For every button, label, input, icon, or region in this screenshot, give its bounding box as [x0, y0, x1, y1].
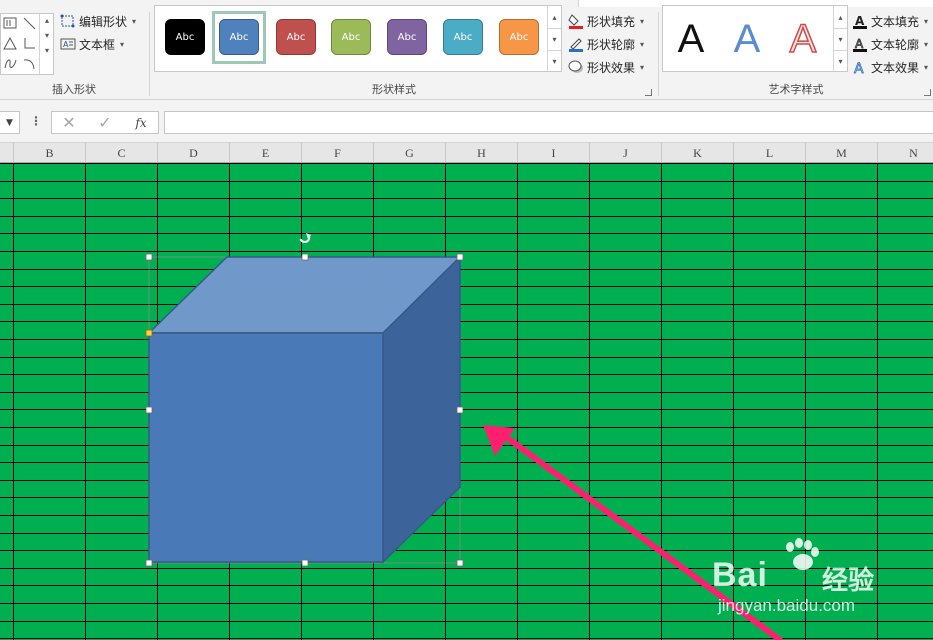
- column-header[interactable]: K: [662, 143, 734, 163]
- shape-outline-button[interactable]: 形状轮廓 ▾: [568, 34, 644, 54]
- column-header[interactable]: J: [590, 143, 662, 163]
- text-box-button[interactable]: A 文本框 ▾: [60, 34, 124, 54]
- shape-style-swatch[interactable]: Abc: [219, 19, 259, 55]
- dialog-launcher-icon[interactable]: [645, 89, 652, 96]
- shape-style-swatch[interactable]: Abc: [443, 19, 483, 55]
- gallery-scroll-up[interactable]: ▴: [547, 6, 561, 28]
- paint-bucket-icon: [568, 13, 584, 29]
- column-header-row: B C D E F G H I J K L M N: [0, 142, 933, 163]
- shape-style-swatch[interactable]: Abc: [165, 19, 205, 55]
- group-label-shape-styles: 形状样式: [372, 83, 416, 96]
- freeform-shape-icon[interactable]: [2, 56, 18, 72]
- formula-input[interactable]: [164, 111, 933, 134]
- shape-style-swatch[interactable]: Abc: [276, 19, 316, 55]
- chevron-down-icon: ▾: [640, 16, 645, 26]
- svg-text:A: A: [63, 40, 69, 49]
- column-header[interactable]: I: [518, 143, 590, 163]
- shape-effects-button[interactable]: 形状效果 ▾: [568, 57, 644, 77]
- watermark-url: jingyan.baidu.com: [718, 596, 856, 615]
- shape-fill-button[interactable]: 形状填充 ▾: [568, 11, 644, 31]
- column-header[interactable]: G: [374, 143, 446, 163]
- column-header[interactable]: B: [14, 143, 86, 163]
- column-header-a-partial[interactable]: [0, 143, 14, 163]
- chevron-down-icon: ▾: [640, 62, 645, 72]
- enter-entry-button[interactable]: ✓: [91, 111, 119, 134]
- formula-bar-grip-icon[interactable]: ⋮: [30, 114, 42, 128]
- column-header[interactable]: C: [86, 143, 158, 163]
- column-header[interactable]: F: [302, 143, 374, 163]
- group-label-insert-shapes: 插入形状: [52, 83, 96, 96]
- shapes-gallery[interactable]: ▴ ▾ ▾: [0, 13, 54, 75]
- column-header[interactable]: M: [806, 143, 878, 163]
- watermark-brand-cn: 经验: [822, 566, 875, 596]
- arc-shape-icon[interactable]: [21, 56, 37, 72]
- shape-outline-label: 形状轮廓: [587, 37, 636, 52]
- ribbon: ▴ ▾ ▾ 编辑形状 ▾ A 文本框 ▾ 插入形状 形状样式 Abc Abc A…: [0, 0, 933, 100]
- shape-style-swatch[interactable]: Abc: [331, 19, 371, 55]
- insert-function-button[interactable]: fx: [127, 111, 155, 134]
- edit-shape-button[interactable]: 编辑形状 ▾: [60, 11, 136, 31]
- edit-shape-label: 编辑形状: [79, 14, 128, 29]
- group-wordart-styles: 艺术字样式: [659, 7, 933, 100]
- watermark: Bai 经验 jingyan.baidu.com: [712, 538, 912, 628]
- line-shape-icon[interactable]: [21, 16, 37, 32]
- shape-style-swatch[interactable]: Abc: [387, 19, 427, 55]
- column-header[interactable]: E: [230, 143, 302, 163]
- column-header[interactable]: H: [446, 143, 518, 163]
- triangle-shape-icon[interactable]: [2, 36, 18, 52]
- excel-window: ▴ ▾ ▾ 编辑形状 ▾ A 文本框 ▾ 插入形状 形状样式 Abc Abc A…: [0, 0, 933, 640]
- shape-effects-label: 形状效果: [587, 60, 636, 75]
- shapes-gallery-scroll[interactable]: ▴ ▾ ▾: [39, 14, 54, 74]
- chevron-down-icon: ▾: [132, 16, 137, 26]
- edit-shape-icon: [60, 13, 76, 29]
- group-insert-shapes: ▴ ▾ ▾ 编辑形状 ▾ A 文本框 ▾ 插入形状: [0, 7, 148, 100]
- paw-logo-icon: [786, 538, 819, 570]
- shape-effects-icon: [568, 59, 584, 75]
- dialog-launcher-icon[interactable]: [924, 89, 931, 96]
- watermark-brand: Bai: [712, 556, 768, 594]
- gallery-more-button[interactable]: ▾: [547, 50, 561, 71]
- gallery-scroll-down[interactable]: ▾: [547, 28, 561, 50]
- text-box-icon: A: [60, 36, 76, 52]
- pen-icon: [568, 36, 584, 52]
- cancel-entry-button[interactable]: ✕: [55, 111, 83, 134]
- name-box-dropdown[interactable]: ▼: [0, 111, 20, 134]
- group-label-wordart-styles: 艺术字样式: [768, 83, 824, 96]
- text-box-label: 文本框: [79, 37, 116, 52]
- shape-fill-label: 形状填充: [587, 14, 636, 29]
- shape-style-gallery: Abc Abc Abc Abc Abc Abc Abc ▴ ▾ ▾: [154, 5, 562, 72]
- column-header[interactable]: D: [158, 143, 230, 163]
- elbow-connector-icon[interactable]: [21, 36, 37, 52]
- shape-style-swatch[interactable]: Abc: [499, 19, 539, 55]
- column-header[interactable]: N: [878, 143, 933, 163]
- column-header[interactable]: L: [734, 143, 806, 163]
- chevron-down-icon: ▾: [120, 39, 125, 49]
- text-box-shape-icon[interactable]: [2, 16, 18, 32]
- formula-bar: ▼ ⋮ ✕ ✓ fx: [0, 100, 933, 142]
- chevron-down-icon: ▾: [640, 39, 645, 49]
